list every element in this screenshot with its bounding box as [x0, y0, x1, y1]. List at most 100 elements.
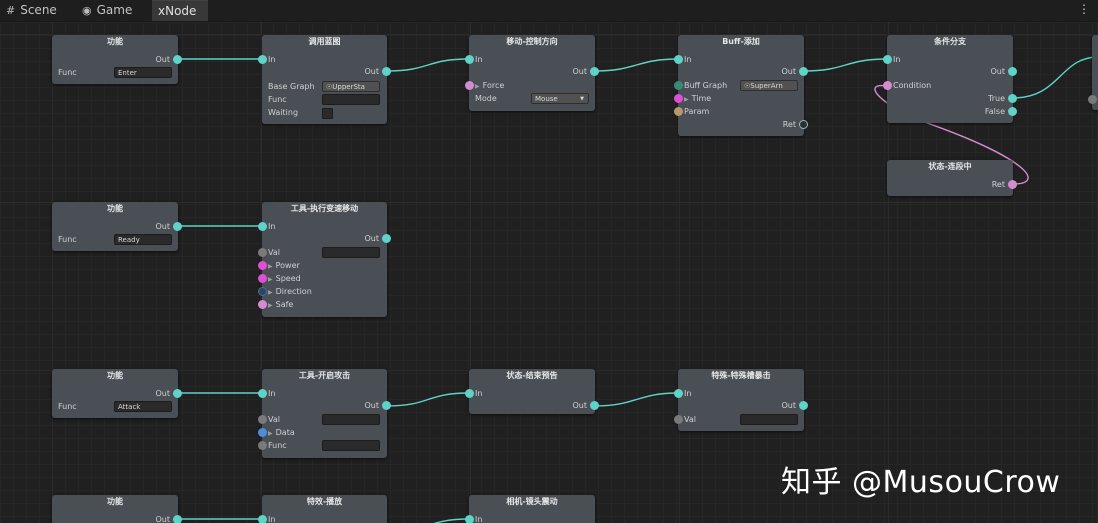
node-state-combo[interactable]: 状态-连段中 Ret — [887, 160, 1017, 196]
val-port[interactable] — [674, 415, 683, 424]
out-port[interactable] — [382, 67, 391, 76]
power-port[interactable] — [258, 261, 267, 270]
node-special-crit[interactable]: 特殊-特殊槽暴击 In Out Val — [674, 369, 808, 431]
node-title: 功能 — [107, 37, 123, 46]
time-label: Time — [691, 94, 712, 103]
in-port[interactable] — [258, 515, 267, 523]
out-port[interactable] — [590, 67, 599, 76]
false-port[interactable] — [1008, 107, 1017, 116]
direction-port[interactable] — [258, 287, 267, 296]
val-field[interactable] — [740, 414, 798, 425]
in-port[interactable] — [465, 389, 474, 398]
func-field[interactable] — [322, 440, 380, 451]
node-fx-play[interactable]: 特效-播放 In — [258, 495, 387, 523]
buff-graph-field[interactable]: ☉SuperArn — [740, 80, 798, 91]
node-move-control-direction[interactable]: 移动-控制方向 In Out ▶ Force Mode Mouse ▼ — [465, 35, 599, 111]
base-graph-field[interactable]: ☉UpperSta — [322, 81, 380, 92]
func-port[interactable] — [258, 441, 267, 450]
out-port[interactable] — [799, 401, 808, 410]
mode-label: Mode — [475, 94, 497, 103]
node-buff-add[interactable]: Buff-添加 In Out Buff Graph ☉SuperArn ▶ Time… — [674, 35, 808, 136]
in-label: In — [475, 515, 483, 523]
node-state-end-notice[interactable]: 状态-结束预告 In Out — [465, 369, 599, 414]
waiting-checkbox[interactable] — [322, 108, 333, 119]
in-port[interactable] — [883, 55, 892, 64]
in-port[interactable] — [1088, 95, 1097, 104]
func-label: Func — [268, 441, 287, 450]
node-func-ready[interactable]: 功能 Out Func Ready — [52, 202, 182, 251]
speed-port[interactable] — [258, 274, 267, 283]
val-port[interactable] — [258, 248, 267, 257]
in-port[interactable] — [465, 55, 474, 64]
node-offscreen-right[interactable] — [1088, 35, 1098, 110]
expand-triangle-icon[interactable]: ▶ — [268, 289, 273, 296]
val-label: Val — [684, 415, 696, 424]
node-graph-canvas[interactable]: 功能 Out Func Enter 调用蓝图 In Out Base Graph ☉… — [0, 22, 1098, 523]
in-port[interactable] — [674, 55, 683, 64]
func-field[interactable]: Attack — [114, 401, 172, 412]
out-port[interactable] — [799, 67, 808, 76]
node-camera-shake[interactable]: 相机-镜头震动 In — [465, 495, 595, 523]
val-port[interactable] — [258, 415, 267, 424]
out-port[interactable] — [173, 389, 182, 398]
in-port[interactable] — [465, 515, 474, 523]
node-title: 相机-镜头震动 — [506, 497, 558, 506]
param-port[interactable] — [674, 107, 683, 116]
time-port[interactable] — [674, 94, 683, 103]
in-port[interactable] — [258, 389, 267, 398]
grid-icon: # — [6, 4, 16, 17]
in-port[interactable] — [674, 389, 683, 398]
expand-triangle-icon[interactable]: ▶ — [268, 276, 273, 283]
expand-triangle-icon[interactable]: ▶ — [684, 96, 689, 103]
out-label: Out — [155, 389, 170, 398]
data-port[interactable] — [258, 428, 267, 437]
out-port[interactable] — [1008, 67, 1017, 76]
val-field[interactable] — [322, 247, 380, 258]
out-port[interactable] — [173, 515, 182, 523]
in-port[interactable] — [258, 55, 267, 64]
out-port[interactable] — [382, 234, 391, 243]
safe-port[interactable] — [258, 300, 267, 309]
gamepad-icon: ◉ — [82, 4, 92, 17]
in-port[interactable] — [258, 222, 267, 231]
func-field[interactable] — [322, 94, 380, 105]
condition-port[interactable] — [883, 81, 892, 90]
func-field[interactable]: Enter — [114, 67, 172, 78]
node-tool-start-attack[interactable]: 工具-开启攻击 In Out Val ▶ Data Func — [258, 369, 391, 458]
safe-label: Safe — [275, 300, 294, 309]
node-call-blueprint[interactable]: 调用蓝图 In Out Base Graph ☉UpperSta Func Wai… — [258, 35, 391, 124]
node-func-attack[interactable]: 功能 Out Func Attack — [52, 369, 182, 418]
out-port[interactable] — [590, 401, 599, 410]
tab-menu-icon[interactable]: ⋮ — [1078, 2, 1090, 16]
in-label: In — [268, 515, 276, 523]
tab-xnode[interactable]: xNode — [152, 0, 208, 21]
out-port[interactable] — [173, 222, 182, 231]
buff-graph-port[interactable] — [674, 81, 683, 90]
val-field[interactable] — [322, 414, 380, 425]
out-port[interactable] — [173, 55, 182, 64]
node-title: 状态-连段中 — [928, 162, 972, 171]
out-label: Out — [364, 67, 379, 76]
param-label: Param — [684, 107, 710, 116]
expand-triangle-icon[interactable]: ▶ — [475, 83, 480, 90]
out-port[interactable] — [382, 401, 391, 410]
node-func-enter[interactable]: 功能 Out Func Enter — [52, 35, 182, 84]
ret-port[interactable] — [1008, 180, 1017, 189]
tab-scene[interactable]: # Scene — [6, 0, 57, 21]
node-conditional-branch[interactable]: 条件分支 In Out Condition True False — [883, 35, 1017, 123]
base-graph-label: Base Graph — [268, 82, 315, 91]
func-label: Func — [58, 68, 77, 77]
expand-triangle-icon[interactable]: ▶ — [268, 263, 273, 270]
true-port[interactable] — [1008, 94, 1017, 103]
node-func-4[interactable]: 功能 Out — [52, 495, 182, 523]
node-tool-variable-move[interactable]: 工具-执行变速移动 In Out Val ▶ Power ▶ Speed ▶ Dire… — [258, 202, 391, 317]
expand-triangle-icon[interactable]: ▶ — [268, 302, 273, 309]
expand-triangle-icon[interactable]: ▶ — [268, 430, 273, 437]
mode-dropdown[interactable]: Mouse ▼ — [531, 93, 589, 104]
func-field[interactable]: Ready — [114, 234, 172, 245]
power-label: Power — [275, 261, 300, 270]
tab-game[interactable]: ◉ Game — [82, 0, 132, 21]
node-title: 功能 — [107, 371, 123, 380]
force-port[interactable] — [465, 81, 474, 90]
ret-port[interactable] — [799, 120, 808, 129]
